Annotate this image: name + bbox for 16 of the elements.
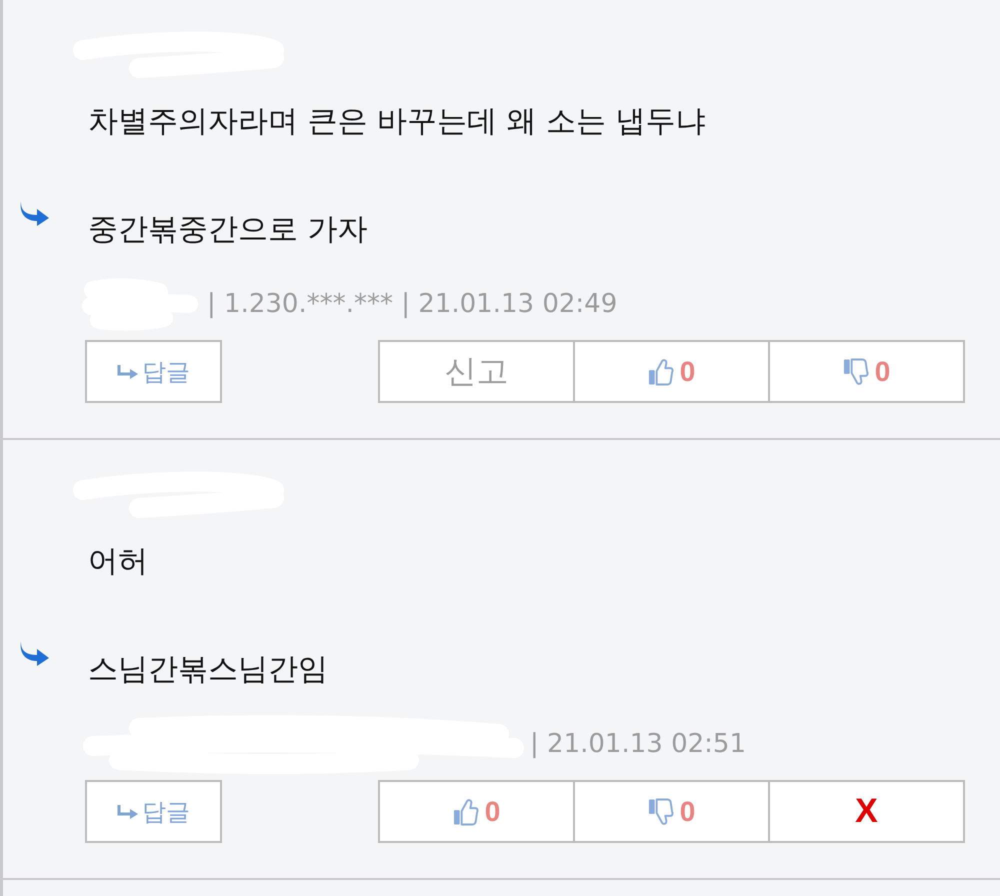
- corner-arrow-icon: [117, 804, 139, 818]
- curved-arrow-icon: [20, 200, 50, 226]
- reply-text: 스님간볶스님간임: [88, 651, 328, 689]
- comment-text: 어허: [88, 543, 148, 581]
- thumbs-down-icon: [648, 796, 674, 826]
- reply-button[interactable]: 답글: [85, 340, 222, 403]
- thumbs-up-icon: [452, 796, 479, 826]
- comment-meta: | 21.01.13 02:51: [530, 730, 746, 758]
- reply-button[interactable]: 답글: [85, 780, 222, 843]
- thumbs-up-icon: [648, 356, 674, 386]
- comment-meta: | 1.230.***.*** | 21.01.13 02:49: [207, 290, 618, 318]
- reply-text: 중간볶중간으로 가자: [88, 211, 368, 249]
- thumbs-down-icon: [842, 356, 869, 386]
- curved-arrow-icon: [20, 640, 50, 666]
- corner-arrow-icon: [117, 364, 139, 378]
- comment-text: 차별주의자라며 큰은 바꾸는데 왜 소는 냅두냐: [88, 103, 706, 141]
